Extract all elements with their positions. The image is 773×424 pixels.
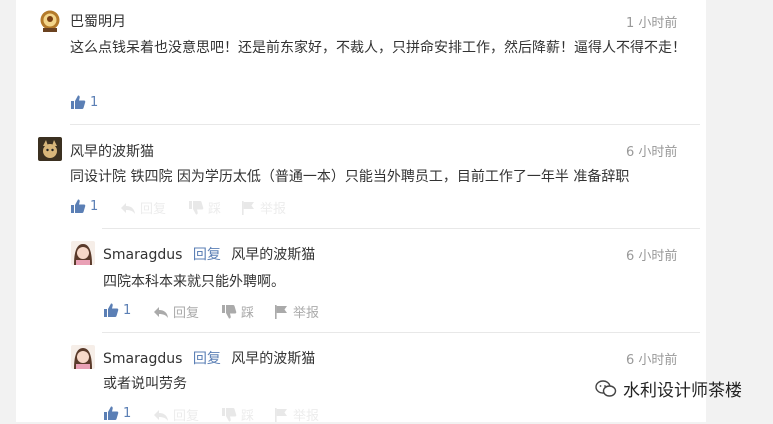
dislike-button[interactable]: 踩: [221, 302, 254, 321]
flag-icon: [242, 200, 254, 215]
reply-label: 回复: [140, 202, 167, 217]
flag-icon: [275, 407, 287, 422]
reply-button[interactable]: 回复: [120, 198, 166, 217]
reply-label: 回复: [173, 409, 200, 424]
report-label: 举报: [293, 306, 320, 321]
divider: [102, 332, 700, 333]
report-button[interactable]: 举报: [273, 405, 319, 424]
comment-author[interactable]: 巴蜀明月: [70, 11, 126, 31]
reply-author: Smaragdus 回复 风早的波斯猫: [103, 348, 315, 368]
like-count: 1: [123, 302, 132, 318]
comment-text: 这么点钱呆着也没意思吧！还是前东家好，不裁人，只拼命安排工作，然后降薪！逼得人不…: [70, 40, 686, 56]
like-count: 1: [90, 198, 99, 214]
reply-to-name[interactable]: 风早的波斯猫: [231, 351, 315, 367]
avatar[interactable]: [71, 345, 95, 369]
reply-button[interactable]: 回复: [153, 405, 199, 424]
comment-time: 1 小时前: [626, 16, 678, 31]
comment-panel: 巴蜀明月 1 小时前 这么点钱呆着也没意思吧！还是前东家好，不裁人，只拼命安排工…: [16, 0, 706, 424]
reply-time: 6 小时前: [626, 353, 678, 368]
reply-actions: 1 回复 踩 举报: [103, 302, 403, 321]
reply-author: Smaragdus 回复 风早的波斯猫: [103, 244, 315, 264]
reply-to-name[interactable]: 风早的波斯猫: [231, 247, 315, 263]
like-button[interactable]: 1: [70, 94, 98, 110]
wechat-icon: [595, 379, 617, 397]
badge-avatar-icon: [38, 9, 62, 33]
comment-text: 同设计院 铁四院 因为学历太低（普通一本）只能当外聘员工，目前工作了一年半 准备…: [70, 169, 630, 185]
avatar[interactable]: [38, 9, 62, 33]
reply-keyword: 回复: [192, 351, 221, 367]
like-button[interactable]: 1: [70, 198, 98, 214]
thumbs-down-icon: [222, 407, 237, 421]
reply-text: 四院本科本来就只能外聘啊。: [103, 274, 285, 290]
avatar[interactable]: [38, 137, 62, 161]
report-label: 举报: [260, 202, 287, 217]
report-button[interactable]: 举报: [240, 198, 286, 217]
girl-avatar-icon: [71, 241, 95, 265]
avatar[interactable]: [71, 241, 95, 265]
reply-label: 回复: [173, 306, 200, 321]
reply-time: 6 小时前: [626, 249, 678, 264]
dislike-label: 踩: [241, 409, 255, 424]
divider: [70, 124, 700, 125]
thumbs-down-icon: [222, 304, 237, 318]
reply-arrow-icon: [121, 202, 135, 214]
dislike-button[interactable]: 踩: [221, 405, 254, 424]
report-label: 举报: [293, 409, 320, 424]
reply-text: 或者说叫劳务: [103, 376, 187, 392]
dislike-button[interactable]: 踩: [188, 198, 221, 217]
thumbs-up-icon: [71, 95, 86, 109]
report-button[interactable]: 举报: [273, 302, 319, 321]
watermark-text: 水利设计师茶楼: [623, 381, 742, 401]
reply-button[interactable]: 回复: [153, 302, 199, 321]
flag-icon: [275, 304, 287, 319]
comment-time: 6 小时前: [626, 145, 678, 160]
like-button[interactable]: 1: [103, 405, 131, 421]
comment-author[interactable]: 风早的波斯猫: [70, 141, 154, 161]
reply-author-name[interactable]: Smaragdus: [103, 247, 182, 263]
reply-actions: 1 回复 踩 举报: [103, 405, 403, 424]
reply-author-name[interactable]: Smaragdus: [103, 351, 182, 367]
thumbs-up-icon: [104, 303, 119, 317]
dislike-label: 踩: [208, 202, 222, 217]
comment-actions: 1 回复 踩 举报: [70, 198, 370, 217]
reply-arrow-icon: [154, 409, 168, 421]
reply-keyword: 回复: [192, 247, 221, 263]
watermark: 水利设计师茶楼: [595, 376, 742, 401]
like-button[interactable]: 1: [103, 302, 131, 318]
dislike-label: 踩: [241, 306, 255, 321]
cat-avatar-icon: [38, 137, 62, 161]
thumbs-up-icon: [104, 406, 119, 420]
thumbs-down-icon: [189, 200, 204, 214]
thumbs-up-icon: [71, 199, 86, 213]
like-count: 1: [123, 405, 132, 421]
like-count: 1: [90, 94, 99, 110]
reply-arrow-icon: [154, 306, 168, 318]
girl-avatar-icon: [71, 345, 95, 369]
divider: [102, 228, 700, 229]
